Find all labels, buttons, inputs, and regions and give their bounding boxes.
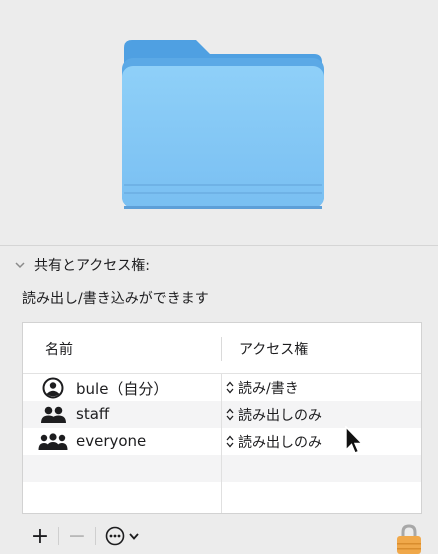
column-header-name[interactable]: 名前 <box>45 339 73 359</box>
ellipsis-circle-icon <box>105 526 125 546</box>
folder-icon <box>122 40 324 209</box>
folder-preview <box>0 0 438 245</box>
table-header: 名前 アクセス権 <box>23 323 421 374</box>
user-name: bule（自分） <box>76 380 169 398</box>
popup-arrows-icon[interactable] <box>226 435 234 448</box>
group-icon <box>41 406 66 423</box>
section-divider <box>0 245 438 246</box>
user-circle-icon <box>42 377 64 399</box>
column-header-access[interactable]: アクセス権 <box>239 339 308 359</box>
mouse-cursor-icon <box>345 426 364 454</box>
permissions-toolbar: + − <box>22 522 148 550</box>
table-row[interactable]: staff 読み出しのみ <box>23 401 421 428</box>
chevron-down-icon <box>129 533 139 540</box>
access-select[interactable]: 読み/書き <box>238 378 299 398</box>
access-select[interactable]: 読み出しのみ <box>238 405 322 425</box>
popup-arrows-icon[interactable] <box>226 381 234 394</box>
user-name: staff <box>76 405 110 423</box>
access-select[interactable]: 読み出しのみ <box>238 432 322 452</box>
popup-arrows-icon[interactable] <box>226 408 234 421</box>
sharing-section-header[interactable]: 共有とアクセス権: <box>14 254 150 276</box>
remove-user-button[interactable]: − <box>59 522 95 550</box>
empty-row <box>23 455 421 482</box>
column-divider <box>221 337 222 361</box>
everyone-icon <box>38 433 68 450</box>
permissions-table: 名前 アクセス権 bule（自分） 読み/書き staff 読み出しのみ eve… <box>22 322 422 514</box>
sharing-section-title: 共有とアクセス権: <box>34 258 151 274</box>
column-divider-line <box>221 374 222 513</box>
add-user-button[interactable]: + <box>22 522 58 550</box>
user-name: everyone <box>76 432 147 450</box>
chevron-down-icon[interactable] <box>14 259 26 271</box>
table-row[interactable]: bule（自分） 読み/書き <box>23 374 421 401</box>
action-menu-button[interactable] <box>96 522 148 550</box>
lock-icon[interactable] <box>396 523 422 554</box>
permission-summary: 読み出し/書き込みができます <box>22 291 209 307</box>
